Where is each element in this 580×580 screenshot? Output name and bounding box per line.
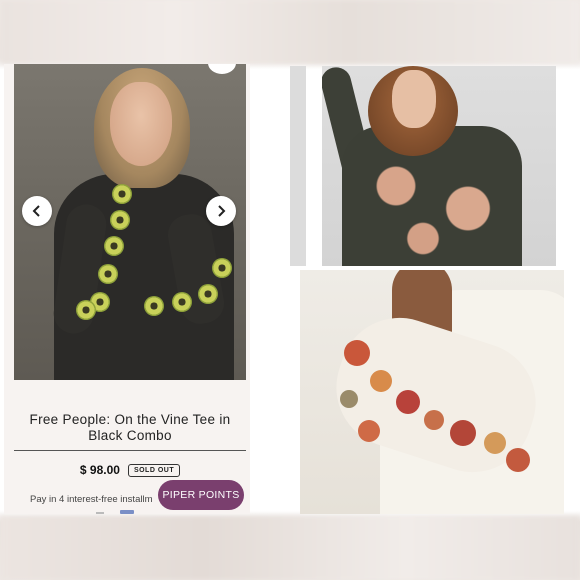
embroidered-flower [370, 370, 392, 392]
payment-hint-mark [96, 512, 104, 514]
gallery-strip [290, 66, 306, 266]
background-blur-bottom [0, 516, 580, 580]
embroidered-flower [144, 296, 164, 316]
product-photo-embroidered-top [300, 270, 564, 514]
embroidered-flower [424, 410, 444, 430]
product-card: Free People: On the Vine Tee in Black Co… [4, 64, 250, 514]
embroidered-flower [358, 420, 380, 442]
embroidered-flower [172, 292, 192, 312]
carousel-next-button[interactable] [206, 196, 236, 226]
embroidered-flower [212, 258, 232, 278]
embroidered-flower [76, 300, 96, 320]
piper-points-button[interactable]: PIPER POINTS [158, 480, 244, 510]
embroidered-flower [450, 420, 476, 446]
product-price: $ 98.00 [79, 463, 120, 477]
embroidered-flower [506, 448, 530, 472]
chevron-right-icon [218, 205, 226, 217]
embroidered-flower [344, 340, 370, 366]
embroidered-flower [396, 390, 420, 414]
embroidered-flower [112, 184, 132, 204]
embroidered-leaf [340, 390, 358, 408]
embroidered-flower [110, 210, 130, 230]
chevron-left-icon [32, 205, 40, 217]
embroidered-flower [198, 284, 218, 304]
carousel-prev-button[interactable] [22, 196, 52, 226]
installments-text: Pay in 4 interest-free installm [30, 494, 153, 505]
model-face [110, 82, 172, 166]
embroidered-flower [484, 432, 506, 454]
payment-provider-logo [120, 510, 134, 514]
sold-out-badge: SOLD OUT [127, 463, 181, 477]
model-face [392, 70, 436, 128]
product-title: Free People: On the Vine Tee in Black Co… [29, 412, 231, 443]
embroidered-flower [98, 264, 118, 284]
embroidered-flower [104, 236, 124, 256]
product-photo-tie-dye-top [322, 66, 556, 266]
title-divider [14, 450, 246, 451]
price-row: $ 98.00 SOLD OUT [14, 463, 246, 477]
background-blur-top [0, 0, 580, 64]
